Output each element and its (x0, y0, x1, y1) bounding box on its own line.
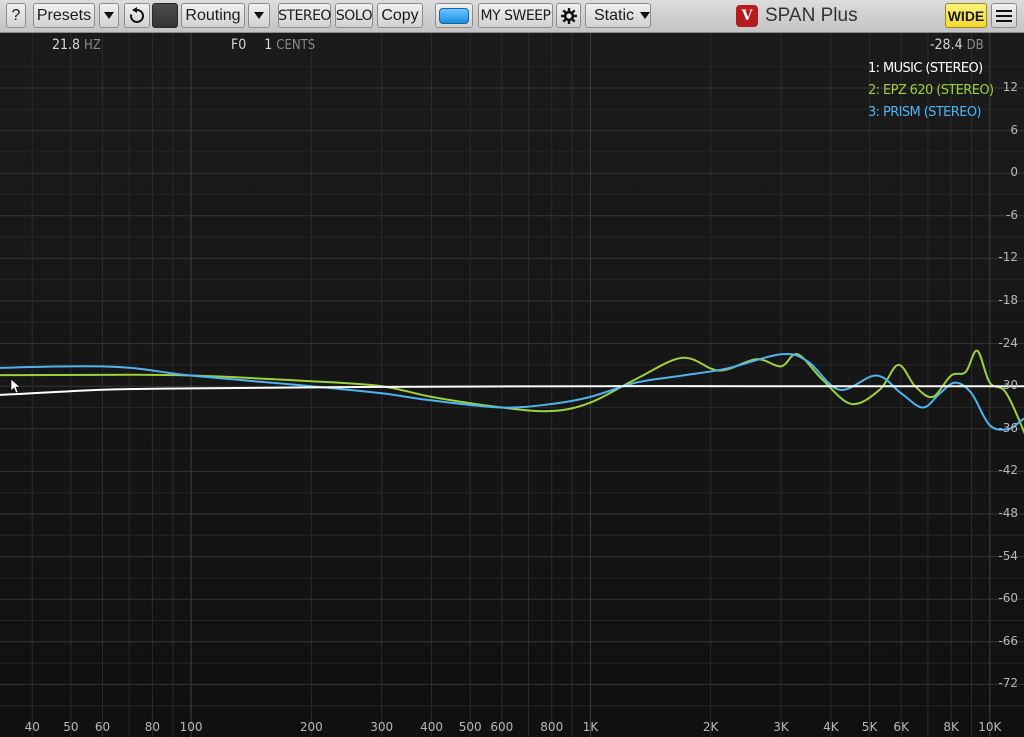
wide-button[interactable]: WIDE (945, 3, 987, 28)
x-tick-label: 200 (299, 720, 323, 734)
x-tick-label: 8K (943, 720, 959, 734)
chevron-down-icon (104, 12, 114, 19)
bypass-toggle[interactable] (435, 3, 473, 28)
level-unit: DB (966, 38, 984, 53)
hamburger-icon (996, 9, 1012, 22)
y-tick-label: 6 (1010, 122, 1018, 137)
x-tick-label: 3K (773, 720, 789, 734)
note-readout: F0 1 CENTS (231, 37, 315, 53)
level-value: -28.4 (930, 37, 963, 53)
undo-icon (130, 6, 144, 23)
cents-unit: CENTS (276, 38, 316, 53)
x-tick-label: 10K (978, 720, 1002, 734)
y-tick-label: -48 (998, 506, 1018, 520)
y-tick-label: -72 (998, 676, 1018, 691)
legend-item-prism[interactable]: 3: PRISM (STEREO) (868, 105, 982, 120)
x-tick-label: 600 (490, 720, 514, 734)
y-tick-label: -60 (998, 591, 1018, 606)
presets-button[interactable]: Presets (33, 3, 95, 28)
x-tick-label: 4K (823, 720, 839, 734)
mode-label: Static (594, 6, 635, 24)
cents-value: 1 (264, 37, 273, 53)
x-tick-label: 400 (420, 720, 443, 734)
redo-button[interactable] (152, 3, 178, 28)
mode-dropdown[interactable]: Static (585, 3, 651, 28)
y-tick-label: -18 (998, 293, 1018, 307)
preset-name-button[interactable]: MY SWEEP (478, 3, 553, 28)
chevron-down-icon (254, 12, 264, 19)
x-tick-label: 2K (702, 720, 719, 734)
toolbar: ? Presets Routing STEREO SOLO Copy MY SW… (0, 0, 1024, 33)
chevron-down-icon (640, 12, 651, 19)
x-tick-label: 6K (893, 720, 909, 734)
x-tick-label: 300 (370, 720, 394, 734)
x-tick-label: 5K (861, 720, 878, 734)
note-value: F0 (231, 37, 247, 53)
x-tick-label: 80 (144, 720, 161, 734)
settings-button[interactable] (556, 3, 581, 28)
routing-button[interactable]: Routing (181, 3, 245, 28)
toggle-indicator (439, 7, 469, 24)
x-tick-label: 100 (179, 720, 203, 734)
y-tick-label: -54 (998, 548, 1018, 563)
x-tick-label: 50 (63, 720, 79, 734)
level-readout: -28.4 DB (930, 37, 984, 53)
y-tick-label: -12 (998, 250, 1018, 265)
y-tick-label: -36 (998, 420, 1018, 435)
x-tick-label: 500 (458, 720, 482, 734)
spectrum-plot[interactable] (0, 33, 1024, 737)
brand-name: SPAN Plus (765, 4, 858, 26)
legend-item-epz620[interactable]: 2: EPZ 620 (STEREO) (868, 83, 994, 98)
copy-button[interactable]: Copy (377, 3, 423, 28)
y-tick-label: -6 (1006, 207, 1018, 222)
y-tick-label: -30 (998, 378, 1018, 393)
x-tick-label: 40 (24, 720, 40, 734)
legend-item-music[interactable]: 1: MUSIC (STEREO) (868, 61, 983, 76)
undo-button[interactable] (124, 3, 150, 28)
help-button[interactable]: ? (6, 3, 26, 28)
x-tick-label: 60 (94, 720, 111, 734)
y-tick-label: 12 (1002, 80, 1018, 94)
y-tick-label: -42 (998, 463, 1018, 478)
solo-button[interactable]: SOLO (335, 3, 373, 28)
gear-icon (560, 7, 577, 24)
y-tick-label: 0 (1010, 165, 1018, 180)
routing-dropdown-button[interactable] (248, 3, 270, 28)
menu-button[interactable] (991, 3, 1017, 28)
x-tick-label: 1K (582, 720, 599, 734)
frequency-readout: 21.8 HZ (52, 37, 101, 53)
frequency-value: 21.8 (52, 37, 81, 53)
y-tick-label: -66 (998, 633, 1018, 648)
frequency-unit: HZ (84, 38, 101, 53)
brand-logo: V (736, 4, 758, 27)
brand: V SPAN Plus (736, 3, 858, 28)
y-tick-label: -24 (998, 335, 1018, 350)
stereo-button[interactable]: STEREO (278, 3, 331, 28)
presets-dropdown-button[interactable] (99, 3, 119, 28)
x-tick-label: 800 (540, 720, 564, 734)
